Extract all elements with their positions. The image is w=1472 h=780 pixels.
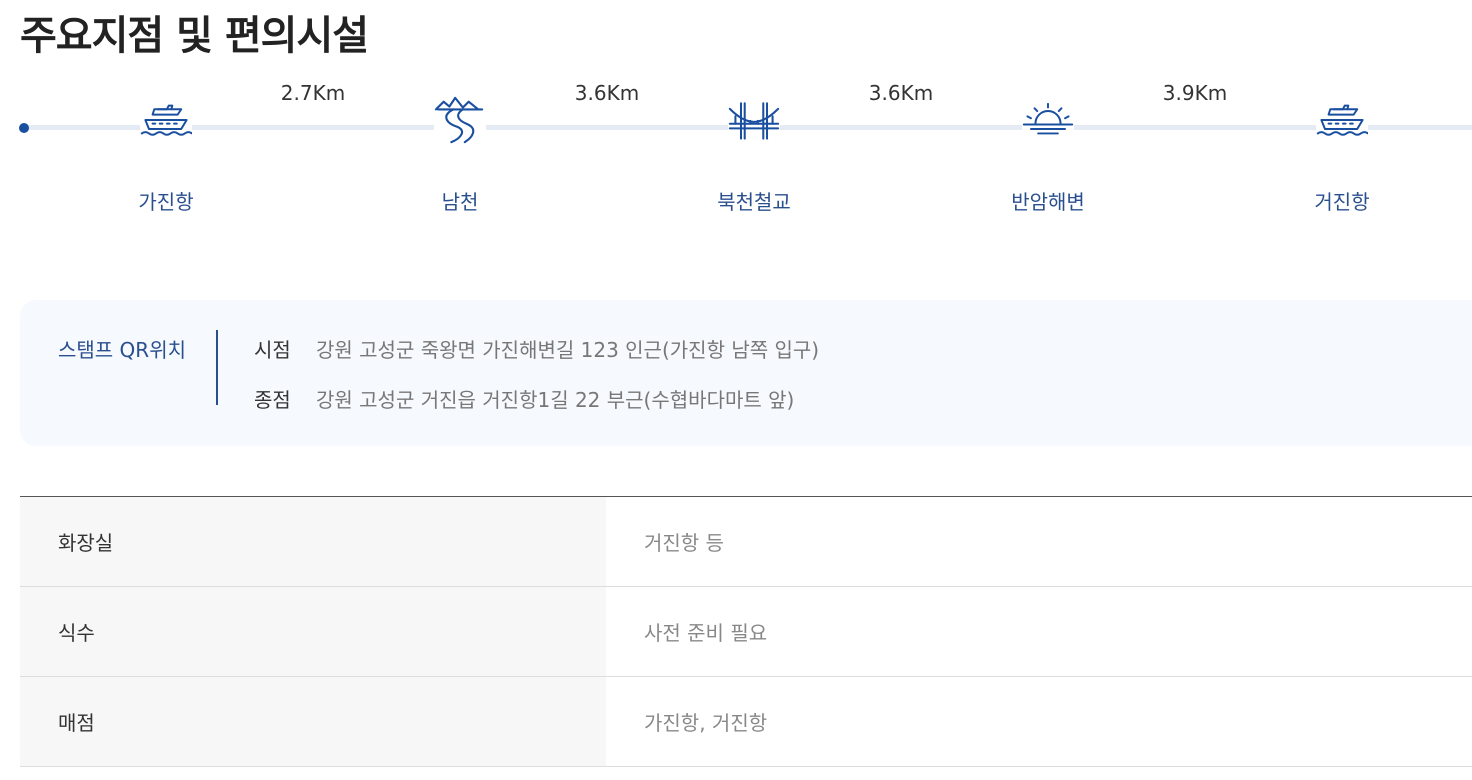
stamp-divider: [216, 330, 218, 405]
stamp-start-address: 강원 고성군 죽왕면 가진해변길 123 인근(가진항 남쪽 입구): [316, 338, 820, 362]
route-point-label: 남천: [441, 190, 479, 214]
bridge-icon: [728, 94, 780, 146]
route-point-label: 가진항: [138, 190, 194, 214]
facility-value: 거진항 등: [644, 531, 724, 555]
stamp-start-key: 시점: [254, 338, 291, 362]
facilities-table: 화장실 거진항 등 식수 사전 준비 필요 매점 가진항, 거진항: [20, 496, 1472, 767]
route-distance-2: 3.6Km: [574, 81, 640, 105]
stamp-row-end: 종점 강원 고성군 거진읍 거진항1길 22 부근(수협바다마트 앞): [254, 384, 794, 413]
river-icon: [434, 94, 486, 146]
table-row: 화장실 거진항 등: [20, 497, 1472, 587]
route-point-label: 반암해변: [1011, 190, 1085, 214]
facility-value: 가진항, 거진항: [644, 711, 768, 735]
stamp-end-address: 강원 고성군 거진읍 거진항1길 22 부근(수협바다마트 앞): [316, 388, 795, 412]
route-distance-4: 3.9Km: [1162, 81, 1228, 105]
stamp-qr-title: 스탬프 QR위치: [58, 338, 186, 362]
sunrise-icon: [1022, 94, 1074, 146]
page-title: 주요지점 및 편의시설: [20, 13, 369, 59]
route-start-dot: [19, 123, 29, 133]
facility-name: 매점: [20, 677, 606, 766]
facility-name: 식수: [20, 587, 606, 676]
facility-value: 사전 준비 필요: [644, 621, 768, 645]
stamp-row-start: 시점 강원 고성군 죽왕면 가진해변길 123 인근(가진항 남쪽 입구): [254, 334, 819, 363]
table-row: 매점 가진항, 거진항: [20, 677, 1472, 767]
route-point-label: 북천철교: [717, 190, 791, 214]
route-timeline: 가진항 남천 북천철교 반암해변 거진항 2.7Km 3.6Km 3.6Km 3…: [0, 80, 1472, 230]
facility-name: 화장실: [20, 497, 606, 586]
ship-icon: [140, 94, 192, 146]
route-distance-3: 3.6Km: [868, 81, 934, 105]
stamp-qr-box: 스탬프 QR위치 시점 강원 고성군 죽왕면 가진해변길 123 인근(가진항 남…: [20, 300, 1472, 446]
stamp-end-key: 종점: [254, 388, 291, 412]
ship-icon: [1316, 94, 1368, 146]
route-point-label: 거진항: [1314, 190, 1370, 214]
table-row: 식수 사전 준비 필요: [20, 587, 1472, 677]
route-distance-1: 2.7Km: [280, 81, 346, 105]
